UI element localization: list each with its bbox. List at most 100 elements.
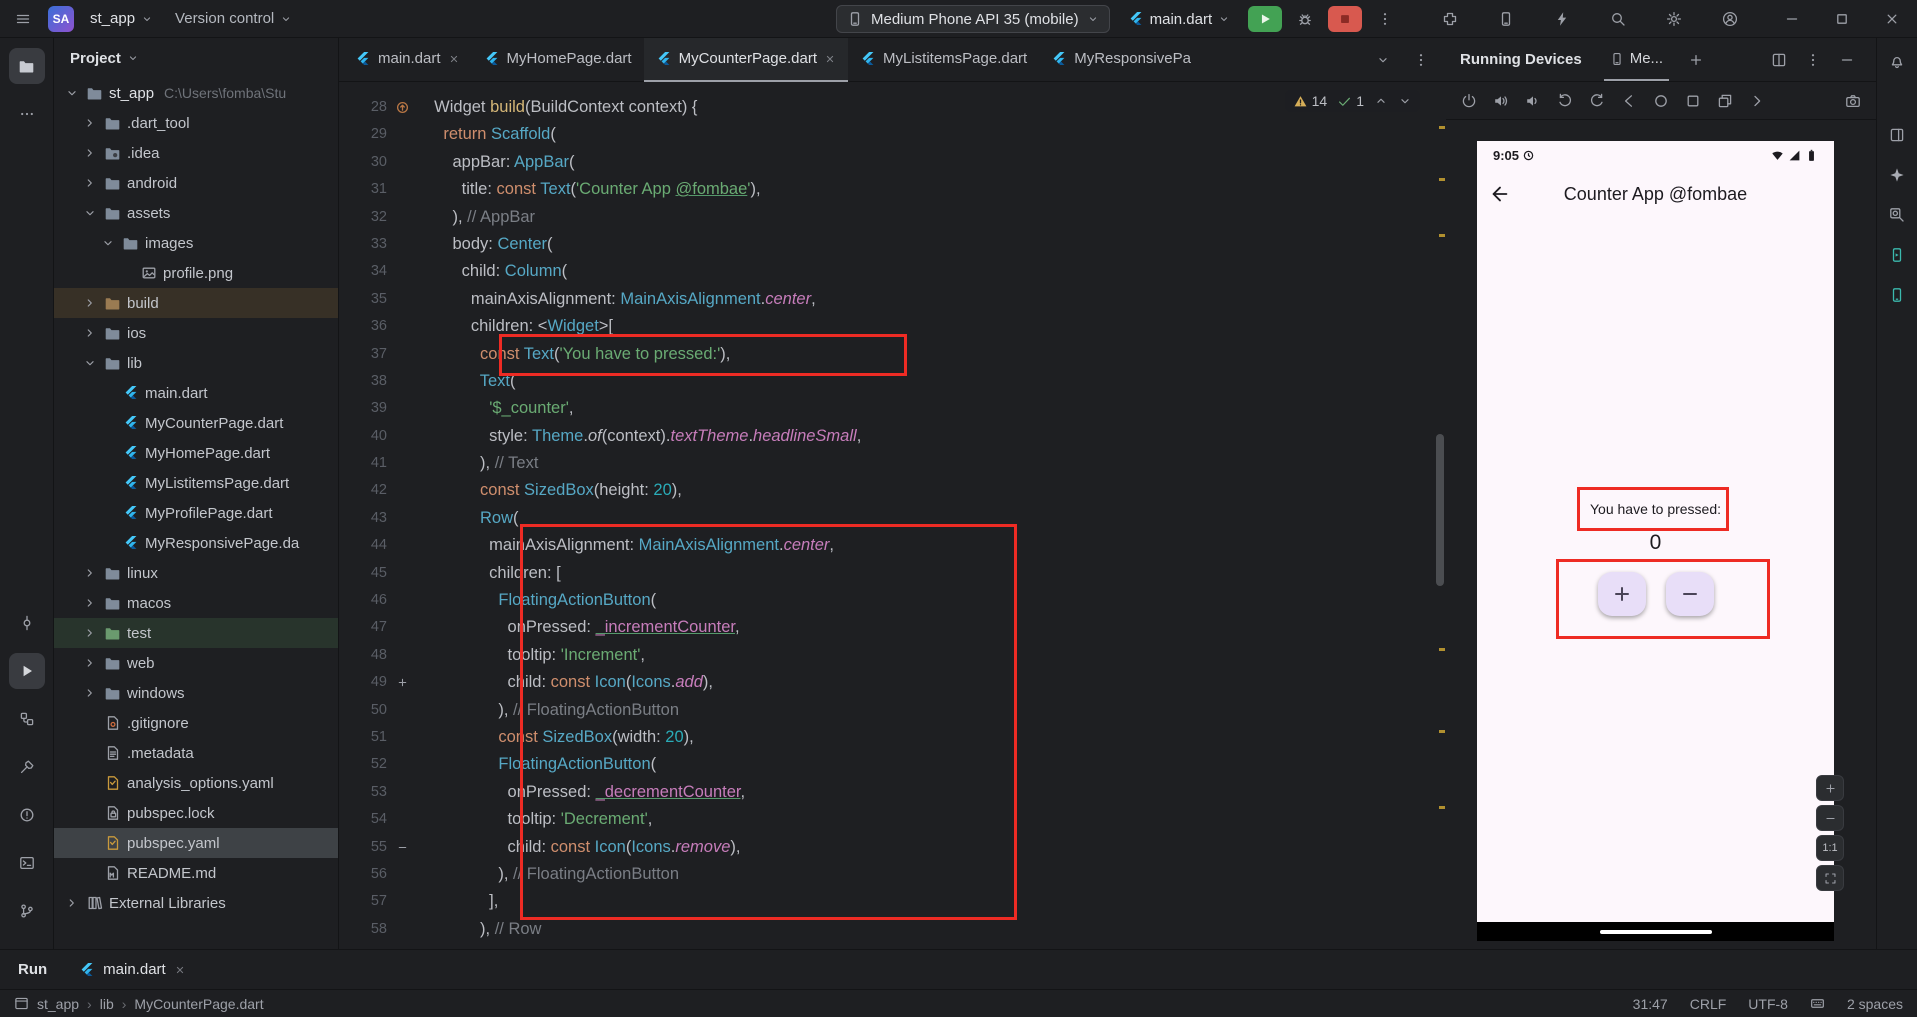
build-icon[interactable] xyxy=(9,749,45,785)
chevron-closed-icon[interactable] xyxy=(82,146,98,160)
code-line-42[interactable]: 42 const SizedBox(height: 20), xyxy=(339,477,1446,504)
chevron-open-icon[interactable] xyxy=(82,206,98,220)
chevron-closed-icon[interactable] xyxy=(82,656,98,670)
warning-stripe-mark[interactable] xyxy=(1439,126,1445,129)
tree-item-mycounterpage-dart[interactable]: MyCounterPage.dart xyxy=(54,408,338,438)
indent-setting[interactable]: 2 spaces xyxy=(1847,996,1903,1012)
tree-item-pubspec-yaml[interactable]: pubspec.yaml xyxy=(54,828,338,858)
project-panel-header[interactable]: Project xyxy=(54,38,338,78)
main-menu-button[interactable] xyxy=(8,4,38,34)
hot-reload-icon[interactable] xyxy=(1547,4,1577,34)
passed-count[interactable]: 1 xyxy=(1337,93,1364,109)
warning-stripe-mark[interactable] xyxy=(1439,730,1445,733)
home-nav-icon[interactable] xyxy=(1646,87,1676,115)
run-config-selector[interactable]: main.dart xyxy=(1122,7,1237,32)
editor-tab-main-dart[interactable]: main.dart xyxy=(343,38,472,82)
version-control-button[interactable]: Version control xyxy=(169,6,298,31)
volume-up-icon[interactable] xyxy=(1486,87,1516,115)
code-line-38[interactable]: 38 Text( xyxy=(339,368,1446,395)
chevron-closed-icon[interactable] xyxy=(82,686,98,700)
override-gutter-icon[interactable] xyxy=(387,101,417,114)
code-line-33[interactable]: 33 body: Center( xyxy=(339,231,1446,258)
stop-button[interactable] xyxy=(1328,6,1363,32)
inspections-widget[interactable]: 14 1 xyxy=(1284,90,1420,112)
tree-item-macos[interactable]: macos xyxy=(54,588,338,618)
code-line-55[interactable]: 55 child: const Icon(Icons.remove), xyxy=(339,834,1446,861)
code-line-45[interactable]: 45 children: [ xyxy=(339,560,1446,587)
more-tools-icon[interactable] xyxy=(9,96,45,132)
code-line-36[interactable]: 36 children: <Widget>[ xyxy=(339,313,1446,340)
breadcrumb-item[interactable]: st_app xyxy=(37,996,79,1012)
tree-item-myprofilepage-dart[interactable]: MyProfilePage.dart xyxy=(54,498,338,528)
maximize-icon[interactable] xyxy=(1817,0,1867,38)
code-line-48[interactable]: 48 tooltip: 'Increment', xyxy=(339,642,1446,669)
zoom-fit-button[interactable] xyxy=(1816,865,1844,891)
next-problem-icon[interactable] xyxy=(1398,94,1412,108)
tree-item-web[interactable]: web xyxy=(54,648,338,678)
code-line-30[interactable]: 30 appBar: AppBar( xyxy=(339,149,1446,176)
battery-icon[interactable] xyxy=(1805,149,1818,162)
rotate-left-icon[interactable] xyxy=(1550,87,1580,115)
panel-options-icon[interactable] xyxy=(1798,45,1828,75)
tree-item-gitignore[interactable]: .gitignore xyxy=(54,708,338,738)
back-arrow-icon[interactable] xyxy=(1489,183,1511,205)
close-tab-icon[interactable] xyxy=(448,53,460,65)
code-line-54[interactable]: 54 tooltip: 'Decrement', xyxy=(339,806,1446,833)
screenshot-icon[interactable] xyxy=(1838,87,1868,115)
chevron-closed-icon[interactable] xyxy=(82,596,98,610)
search-icon[interactable] xyxy=(1603,4,1633,34)
tree-item-main-dart[interactable]: main.dart xyxy=(54,378,338,408)
hidden-tabs-icon[interactable] xyxy=(1368,45,1398,75)
tree-item-build[interactable]: build xyxy=(54,288,338,318)
editor-options-icon[interactable] xyxy=(1406,45,1436,75)
back-nav-icon[interactable] xyxy=(1614,87,1644,115)
editor-scrollbar[interactable] xyxy=(1436,434,1444,586)
chevron-closed-icon[interactable] xyxy=(64,896,80,910)
chevron-closed-icon[interactable] xyxy=(82,296,98,310)
gemini-icon[interactable] xyxy=(1882,160,1912,190)
more-options-button[interactable] xyxy=(1370,4,1400,34)
panel-icon[interactable] xyxy=(1882,120,1912,150)
remove-preview-gutter-icon[interactable] xyxy=(387,841,417,854)
tree-item-metadata[interactable]: .metadata xyxy=(54,738,338,768)
code-line-47[interactable]: 47 onPressed: _incrementCounter, xyxy=(339,614,1446,641)
add-preview-gutter-icon[interactable] xyxy=(387,676,417,689)
keyboard-icon[interactable] xyxy=(1810,996,1825,1011)
increment-fab-button[interactable] xyxy=(1597,572,1646,616)
warning-stripe-mark[interactable] xyxy=(1439,178,1445,181)
code-line-57[interactable]: 57 ], xyxy=(339,888,1446,915)
project-selector-button[interactable]: st_app xyxy=(84,6,159,31)
editor-body[interactable]: 28 Widget build(BuildContext context) {2… xyxy=(339,82,1446,949)
problems-icon[interactable] xyxy=(9,797,45,833)
project-view-icon[interactable] xyxy=(8,48,45,84)
expand-controls-icon[interactable] xyxy=(1742,87,1772,115)
tree-item-st-app[interactable]: st_app C:\Users\fomba\Stu xyxy=(54,78,338,108)
tree-item-windows[interactable]: windows xyxy=(54,678,338,708)
code-line-29[interactable]: 29 return Scaffold( xyxy=(339,121,1446,148)
running-devices-icon[interactable] xyxy=(1882,240,1912,270)
device-tab[interactable]: Me... xyxy=(1603,39,1670,81)
device-selector[interactable]: Medium Phone API 35 (mobile) xyxy=(836,5,1110,33)
tree-item-idea[interactable]: .idea xyxy=(54,138,338,168)
close-tab-icon[interactable] xyxy=(824,53,836,65)
tree-item-mylistitemspage-dart[interactable]: MyListitemsPage.dart xyxy=(54,468,338,498)
tree-item-android[interactable]: android xyxy=(54,168,338,198)
code-line-37[interactable]: 37 const Text('You have to pressed:'), xyxy=(339,341,1446,368)
editor-tab-myresponsivepa[interactable]: MyResponsivePa xyxy=(1039,38,1203,82)
editor-tab-mycounterpage-dart[interactable]: MyCounterPage.dart xyxy=(643,37,848,82)
chevron-open-icon[interactable] xyxy=(100,236,116,250)
code-line-31[interactable]: 31 title: const Text('Counter App @fomba… xyxy=(339,176,1446,203)
chevron-closed-icon[interactable] xyxy=(82,566,98,580)
device-mirror-icon[interactable] xyxy=(1882,280,1912,310)
tree-item-dart-tool[interactable]: .dart_tool xyxy=(54,108,338,138)
tree-item-analysis-options-yaml[interactable]: analysis_options.yaml xyxy=(54,768,338,798)
code-line-51[interactable]: 51 const SizedBox(width: 20), xyxy=(339,724,1446,751)
volume-down-icon[interactable] xyxy=(1518,87,1548,115)
code-line-34[interactable]: 34 child: Column( xyxy=(339,258,1446,285)
run-tool-icon[interactable] xyxy=(8,653,45,689)
services-icon[interactable] xyxy=(9,701,45,737)
plugins-icon[interactable] xyxy=(1435,4,1465,34)
tree-item-myhomepage-dart[interactable]: MyHomePage.dart xyxy=(54,438,338,468)
editor-tab-myhomepage-dart[interactable]: MyHomePage.dart xyxy=(472,38,644,82)
chevron-closed-icon[interactable] xyxy=(82,116,98,130)
